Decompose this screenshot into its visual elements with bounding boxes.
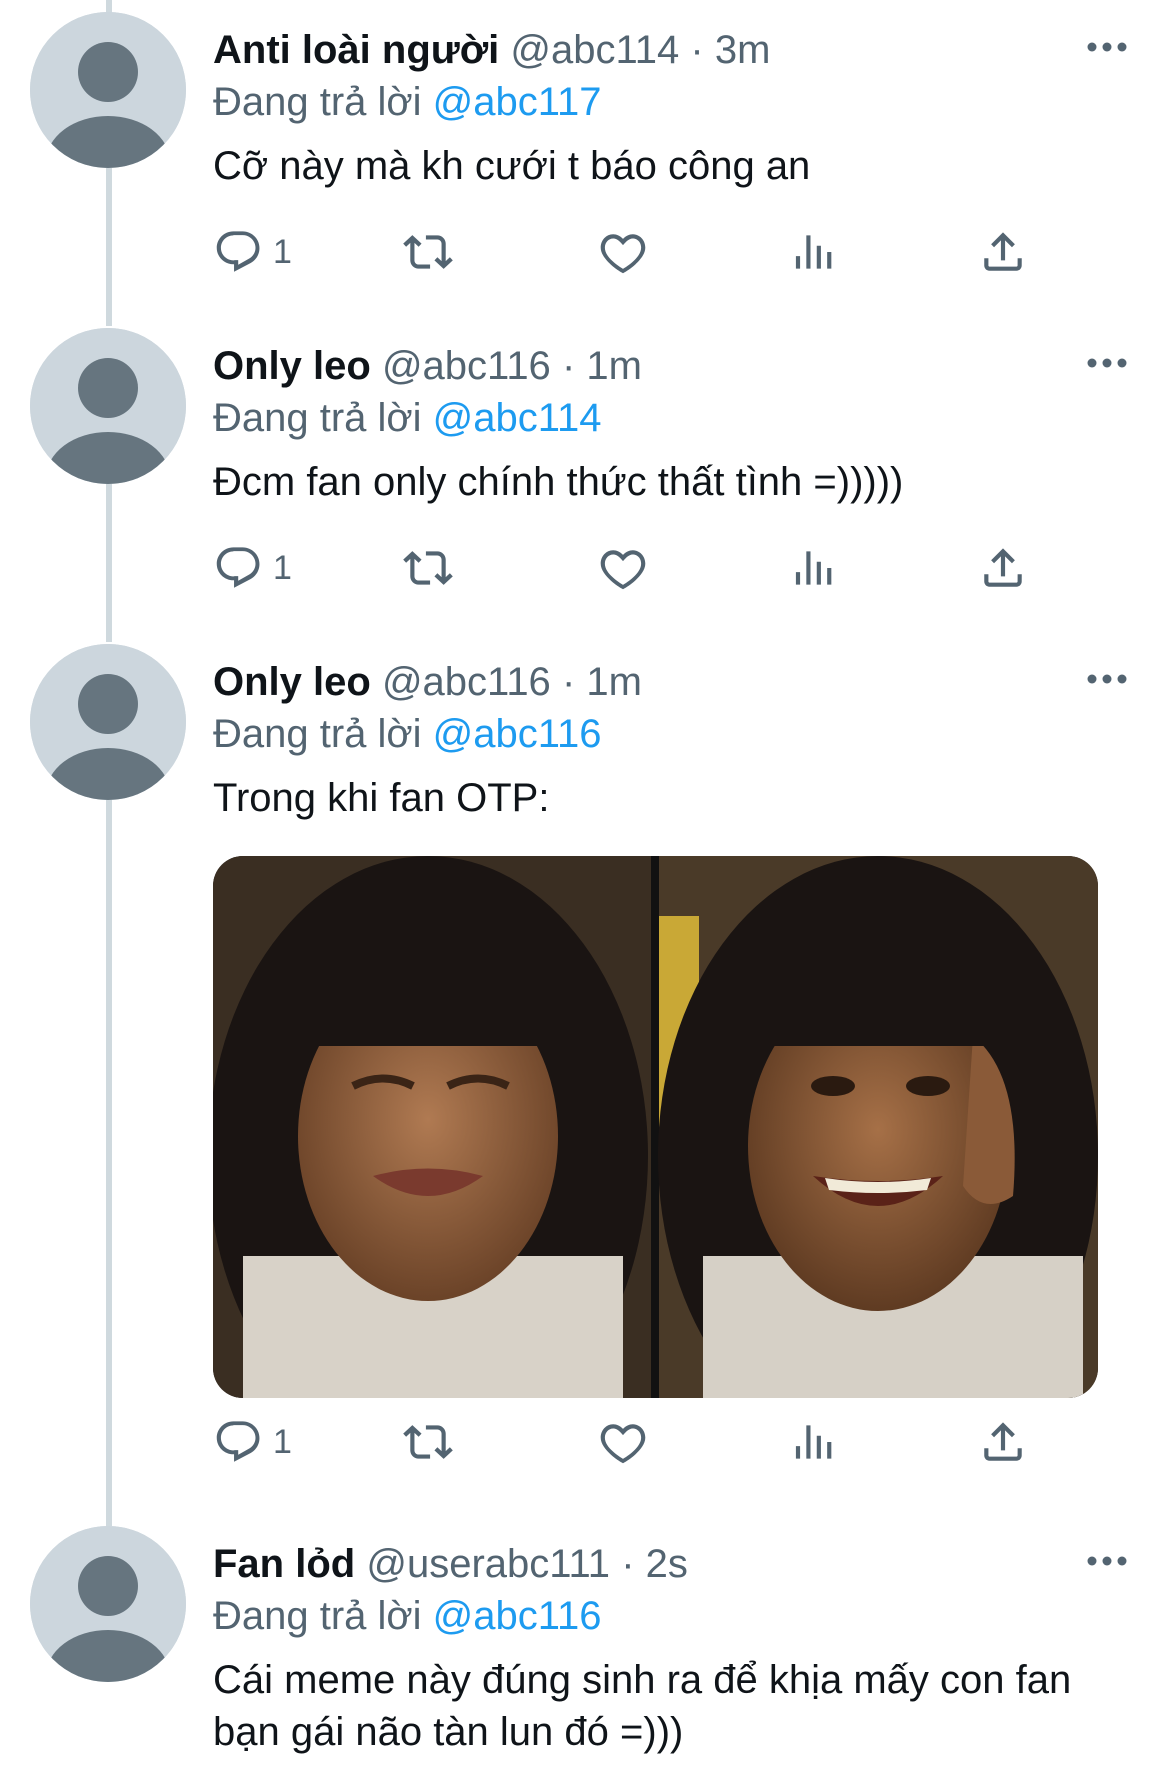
more-icon[interactable] — [1082, 664, 1132, 694]
action-bar: 1 — [213, 1412, 1053, 1472]
tweet-text: Cỡ này mà kh cưới t báo công an — [213, 144, 811, 188]
reply-button[interactable]: 1 — [213, 222, 292, 282]
user-handle[interactable]: @abc114 — [510, 28, 679, 72]
like-button[interactable] — [598, 1412, 648, 1472]
tweet-text: Đcm fan only chính thức thất tình =))))) — [213, 460, 904, 504]
separator-dot: · — [561, 344, 576, 388]
avatar[interactable] — [30, 644, 186, 800]
tweet[interactable]: Only leo @abc116 · 1m Đang trả lời @abc1… — [0, 328, 1170, 628]
share-button[interactable] — [978, 222, 1028, 282]
more-icon[interactable] — [1082, 348, 1132, 378]
like-button[interactable] — [598, 222, 648, 282]
default-avatar-icon — [30, 328, 186, 484]
timestamp[interactable]: 3m — [715, 28, 771, 72]
tweet-header: Fan lỏd @userabc111 · 2s — [213, 1538, 688, 1590]
share-icon — [978, 1417, 1028, 1467]
like-button[interactable] — [598, 538, 648, 598]
timestamp[interactable]: 1m — [586, 344, 642, 388]
retweet-icon — [403, 1417, 453, 1467]
reply-count: 1 — [273, 1422, 292, 1461]
display-name[interactable]: Fan lỏd — [213, 1542, 355, 1586]
tweet-text: Cái meme này đúng sinh ra để khịa mấy co… — [213, 1658, 1072, 1754]
analytics-button[interactable] — [788, 1412, 838, 1472]
more-icon[interactable] — [1082, 1546, 1132, 1576]
retweet-button[interactable] — [403, 1412, 453, 1472]
reply-icon — [213, 543, 263, 593]
avatar[interactable] — [30, 1526, 186, 1682]
share-icon — [978, 543, 1028, 593]
replying-label: Đang trả lời — [213, 396, 422, 440]
mention-link[interactable]: @abc114 — [433, 396, 602, 440]
crying-laughing-meme-image — [213, 856, 1098, 1398]
display-name[interactable]: Anti loài người — [213, 28, 499, 72]
analytics-icon — [788, 543, 838, 593]
timestamp[interactable]: 1m — [586, 660, 642, 704]
like-icon — [598, 543, 648, 593]
reply-button[interactable]: 1 — [213, 538, 292, 598]
retweet-button[interactable] — [403, 222, 453, 282]
default-avatar-icon — [30, 12, 186, 168]
retweet-icon — [403, 543, 453, 593]
reply-icon — [213, 227, 263, 277]
separator-dot: · — [690, 28, 704, 72]
share-icon — [978, 227, 1028, 277]
user-handle[interactable]: @abc116 — [382, 660, 551, 704]
user-handle[interactable]: @userabc111 — [366, 1542, 610, 1586]
analytics-icon — [788, 1417, 838, 1467]
reply-count: 1 — [273, 232, 292, 271]
user-handle[interactable]: @abc116 — [382, 344, 551, 388]
replying-label: Đang trả lời — [213, 712, 422, 756]
share-button[interactable] — [978, 1412, 1028, 1472]
more-icon[interactable] — [1082, 32, 1132, 62]
action-bar: 1 — [213, 222, 1053, 282]
retweet-icon — [403, 227, 453, 277]
like-icon — [598, 1417, 648, 1467]
timestamp[interactable]: 2s — [646, 1542, 688, 1586]
tweet[interactable]: Fan lỏd @userabc111 · 2s Đang trả lời @a… — [0, 1526, 1170, 1775]
separator-dot: · — [561, 660, 576, 704]
replying-to: Đang trả lời @abc116 — [213, 708, 602, 760]
analytics-button[interactable] — [788, 538, 838, 598]
replying-to: Đang trả lời @abc117 — [213, 76, 602, 128]
tweet-text: Trong khi fan OTP: — [213, 776, 550, 820]
tweet-header: Only leo @abc116 · 1m — [213, 656, 642, 708]
display-name[interactable]: Only leo — [213, 344, 371, 388]
tweet[interactable]: Anti loài người @abc114 · 3m Đang trả lờ… — [0, 12, 1170, 312]
mention-link[interactable]: @abc116 — [433, 712, 602, 756]
tweet-media-image[interactable] — [213, 856, 1098, 1398]
reply-button[interactable]: 1 — [213, 1412, 292, 1472]
replying-label: Đang trả lời — [213, 80, 422, 124]
mention-link[interactable]: @abc116 — [433, 1594, 602, 1638]
replying-to: Đang trả lời @abc114 — [213, 392, 602, 444]
avatar[interactable] — [30, 12, 186, 168]
analytics-button[interactable] — [788, 222, 838, 282]
tweet-header: Only leo @abc116 · 1m — [213, 340, 642, 392]
mention-link[interactable]: @abc117 — [433, 80, 602, 124]
display-name[interactable]: Only leo — [213, 660, 371, 704]
reply-icon — [213, 1417, 263, 1467]
retweet-button[interactable] — [403, 538, 453, 598]
replying-label: Đang trả lời — [213, 1594, 422, 1638]
tweet-header: Anti loài người @abc114 · 3m — [213, 24, 770, 76]
reply-count: 1 — [273, 548, 292, 587]
default-avatar-icon — [30, 1526, 186, 1682]
separator-dot: · — [621, 1542, 635, 1586]
default-avatar-icon — [30, 644, 186, 800]
action-bar: 1 — [213, 538, 1053, 598]
share-button[interactable] — [978, 538, 1028, 598]
like-icon — [598, 227, 648, 277]
analytics-icon — [788, 227, 838, 277]
avatar[interactable] — [30, 328, 186, 484]
replying-to: Đang trả lời @abc116 — [213, 1590, 602, 1642]
